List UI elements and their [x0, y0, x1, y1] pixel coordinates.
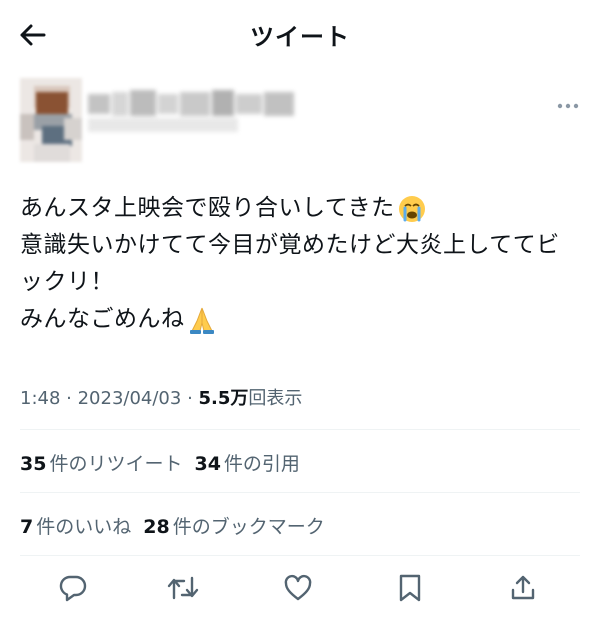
more-options-button[interactable]	[552, 96, 584, 116]
tweet-meta: 1:48 · 2023/04/03 · 5.5万回表示	[20, 384, 302, 410]
tweet-date: 2023/04/03	[77, 388, 182, 409]
quotes-stat[interactable]: 34 件の引用	[194, 449, 299, 476]
more-horizontal-icon	[557, 103, 579, 109]
tweet-line: ックリ！	[20, 269, 114, 295]
tweet-time: 1:48	[20, 388, 61, 409]
tweet-line: みんなごめんね	[20, 301, 580, 338]
retweets-label: 件のリツイート	[49, 453, 183, 475]
like-icon	[284, 574, 312, 601]
stats-row-2: 7 件のいいね 28 件のブックマーク	[20, 512, 337, 539]
avatar[interactable]	[20, 78, 82, 162]
likes-label: 件のいいね	[36, 516, 132, 538]
tweet-line: あんスタ上映会で殴り合いしてきた	[20, 190, 580, 227]
tweet-line-text: みんなごめんね	[20, 306, 185, 332]
separator: ·	[60, 388, 78, 409]
divider	[20, 492, 580, 493]
share-button[interactable]	[505, 570, 541, 606]
stats-row-1: 35 件のリツイート 34 件の引用	[20, 449, 312, 476]
page-title: ツイート	[250, 23, 350, 51]
bookmarks-count: 28	[143, 516, 170, 538]
views-count: 5.5万	[198, 388, 249, 409]
tweet-line-text: あんスタ上映会で殴り合いしてきた	[20, 195, 395, 221]
crying-face-icon	[398, 195, 425, 222]
reply-button[interactable]	[55, 570, 91, 606]
separator: ·	[181, 388, 199, 409]
author-name[interactable]	[88, 86, 298, 136]
bookmark-button[interactable]	[392, 570, 428, 606]
reply-icon	[59, 575, 87, 602]
views-label: 回表示	[248, 388, 303, 409]
retweets-count: 35	[20, 453, 47, 475]
folded-hands-icon	[189, 307, 214, 334]
likes-count: 7	[20, 516, 34, 538]
likes-stat[interactable]: 7 件のいいね	[20, 512, 131, 539]
divider	[20, 555, 580, 556]
bookmarks-label: 件のブックマーク	[172, 516, 325, 538]
bookmark-icon	[399, 574, 421, 602]
tweet-line: 意識失いかけてて今目が覚めたけど大炎上しててビ	[20, 232, 560, 258]
quotes-count: 34	[194, 453, 221, 475]
tweet-text: あんスタ上映会で殴り合いしてきた 意識失いかけてて今目が覚めたけど大炎上しててビ…	[20, 190, 580, 338]
retweets-stat[interactable]: 35 件のリツイート	[20, 449, 182, 476]
quotes-label: 件の引用	[223, 453, 300, 475]
action-bar	[0, 566, 600, 610]
bookmarks-stat[interactable]: 28 件のブックマーク	[143, 512, 324, 539]
retweet-button[interactable]	[165, 570, 201, 606]
like-button[interactable]	[280, 570, 316, 606]
retweet-icon	[167, 576, 199, 600]
divider	[20, 429, 580, 430]
top-bar: ツイート	[0, 0, 600, 68]
share-icon	[511, 575, 535, 600]
